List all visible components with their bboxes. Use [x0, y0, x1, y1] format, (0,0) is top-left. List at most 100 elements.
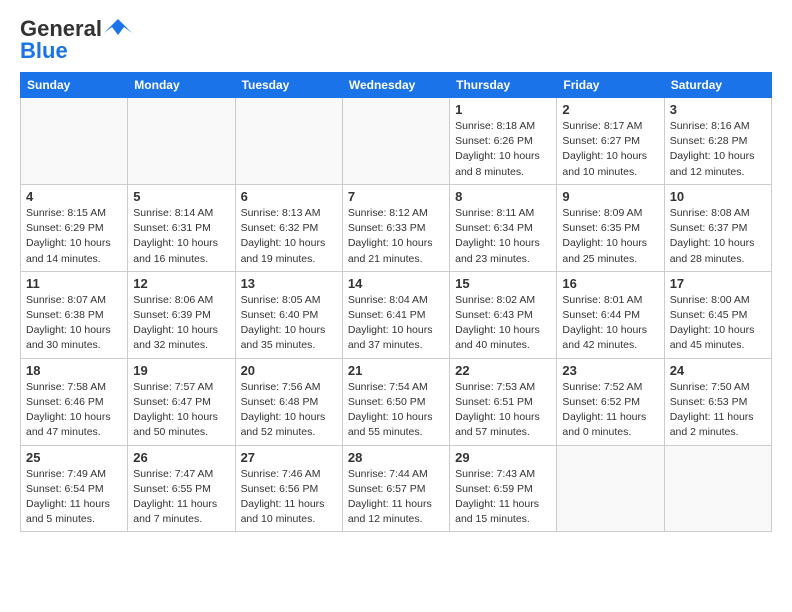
day-number: 11 [26, 276, 122, 291]
day-number: 28 [348, 450, 444, 465]
day-number: 9 [562, 189, 658, 204]
weekday-header-sunday: Sunday [21, 73, 128, 98]
day-info: Sunrise: 7:49 AM Sunset: 6:54 PM Dayligh… [26, 467, 122, 528]
calendar-cell: 6Sunrise: 8:13 AM Sunset: 6:32 PM Daylig… [235, 184, 342, 271]
day-number: 17 [670, 276, 766, 291]
day-number: 21 [348, 363, 444, 378]
day-number: 16 [562, 276, 658, 291]
weekday-header-tuesday: Tuesday [235, 73, 342, 98]
calendar-cell: 10 Sunrise: 8:08 AM Sunset: 6:37 PM Dayli… [664, 184, 771, 271]
calendar-cell: 26 Sunrise: 7:47 AM Sunset: 6:55 PM Dayli… [128, 445, 235, 532]
day-number: 19 [133, 363, 229, 378]
calendar-cell [664, 445, 771, 532]
day-number: 6 [241, 189, 337, 204]
weekday-header-thursday: Thursday [450, 73, 557, 98]
day-info: Sunrise: 8:12 AM Sunset: 6:33 PM Dayligh… [348, 206, 444, 267]
day-info: Sunrise: 8:06 AM Sunset: 6:39 PM Dayligh… [133, 293, 229, 354]
calendar-week-5: 25Sunrise: 7:49 AM Sunset: 6:54 PM Dayli… [21, 445, 772, 532]
day-info: Sunrise: 7:46 AM Sunset: 6:56 PM Dayligh… [241, 467, 337, 528]
calendar-cell: 12 Sunrise: 8:06 AM Sunset: 6:39 PM Dayli… [128, 271, 235, 358]
day-info: Sunrise: 7:52 AM Sunset: 6:52 PM Dayligh… [562, 380, 658, 441]
calendar-cell: 3 Sunrise: 8:16 AM Sunset: 6:28 PM Daylig… [664, 98, 771, 185]
day-info: Sunrise: 8:11 AM Sunset: 6:34 PM Dayligh… [455, 206, 551, 267]
logo-bird-icon [104, 17, 132, 39]
weekday-header-friday: Friday [557, 73, 664, 98]
day-info: Sunrise: 7:58 AM Sunset: 6:46 PM Dayligh… [26, 380, 122, 441]
calendar-cell: 15Sunrise: 8:02 AM Sunset: 6:43 PM Dayli… [450, 271, 557, 358]
day-number: 13 [241, 276, 337, 291]
calendar-cell: 7 Sunrise: 8:12 AM Sunset: 6:33 PM Daylig… [342, 184, 449, 271]
day-number: 14 [348, 276, 444, 291]
logo-blue: Blue [20, 38, 68, 64]
day-info: Sunrise: 7:56 AM Sunset: 6:48 PM Dayligh… [241, 380, 337, 441]
weekday-header-wednesday: Wednesday [342, 73, 449, 98]
day-number: 3 [670, 102, 766, 117]
calendar-cell: 27 Sunrise: 7:46 AM Sunset: 6:56 PM Dayli… [235, 445, 342, 532]
day-info: Sunrise: 7:54 AM Sunset: 6:50 PM Dayligh… [348, 380, 444, 441]
day-info: Sunrise: 7:53 AM Sunset: 6:51 PM Dayligh… [455, 380, 551, 441]
day-info: Sunrise: 8:05 AM Sunset: 6:40 PM Dayligh… [241, 293, 337, 354]
calendar-cell: 18 Sunrise: 7:58 AM Sunset: 6:46 PM Dayli… [21, 358, 128, 445]
day-number: 23 [562, 363, 658, 378]
calendar-cell: 13 Sunrise: 8:05 AM Sunset: 6:40 PM Dayli… [235, 271, 342, 358]
day-info: Sunrise: 7:43 AM Sunset: 6:59 PM Dayligh… [455, 467, 551, 528]
calendar-cell: 22 Sunrise: 7:53 AM Sunset: 6:51 PM Dayli… [450, 358, 557, 445]
day-number: 2 [562, 102, 658, 117]
day-number: 27 [241, 450, 337, 465]
weekday-header-saturday: Saturday [664, 73, 771, 98]
calendar-cell: 28 Sunrise: 7:44 AM Sunset: 6:57 PM Dayli… [342, 445, 449, 532]
day-number: 10 [670, 189, 766, 204]
header: General Blue [20, 16, 772, 64]
calendar-cell: 21 Sunrise: 7:54 AM Sunset: 6:50 PM Dayli… [342, 358, 449, 445]
day-info: Sunrise: 8:00 AM Sunset: 6:45 PM Dayligh… [670, 293, 766, 354]
day-info: Sunrise: 8:04 AM Sunset: 6:41 PM Dayligh… [348, 293, 444, 354]
calendar-cell: 1Sunrise: 8:18 AM Sunset: 6:26 PM Daylig… [450, 98, 557, 185]
day-info: Sunrise: 7:57 AM Sunset: 6:47 PM Dayligh… [133, 380, 229, 441]
calendar-cell: 20 Sunrise: 7:56 AM Sunset: 6:48 PM Dayli… [235, 358, 342, 445]
calendar-cell: 4 Sunrise: 8:15 AM Sunset: 6:29 PM Daylig… [21, 184, 128, 271]
calendar-cell: 25Sunrise: 7:49 AM Sunset: 6:54 PM Dayli… [21, 445, 128, 532]
day-number: 29 [455, 450, 551, 465]
day-info: Sunrise: 8:09 AM Sunset: 6:35 PM Dayligh… [562, 206, 658, 267]
day-number: 5 [133, 189, 229, 204]
calendar-cell: 11Sunrise: 8:07 AM Sunset: 6:38 PM Dayli… [21, 271, 128, 358]
calendar-cell [557, 445, 664, 532]
calendar-cell: 5 Sunrise: 8:14 AM Sunset: 6:31 PM Daylig… [128, 184, 235, 271]
calendar-cell: 14 Sunrise: 8:04 AM Sunset: 6:41 PM Dayli… [342, 271, 449, 358]
day-info: Sunrise: 8:15 AM Sunset: 6:29 PM Dayligh… [26, 206, 122, 267]
calendar-cell: 29 Sunrise: 7:43 AM Sunset: 6:59 PM Dayli… [450, 445, 557, 532]
day-info: Sunrise: 7:50 AM Sunset: 6:53 PM Dayligh… [670, 380, 766, 441]
calendar-week-3: 11Sunrise: 8:07 AM Sunset: 6:38 PM Dayli… [21, 271, 772, 358]
calendar-cell: 17 Sunrise: 8:00 AM Sunset: 6:45 PM Dayli… [664, 271, 771, 358]
calendar-cell: 2 Sunrise: 8:17 AM Sunset: 6:27 PM Daylig… [557, 98, 664, 185]
day-number: 22 [455, 363, 551, 378]
calendar-header-row: SundayMondayTuesdayWednesdayThursdayFrid… [21, 73, 772, 98]
day-info: Sunrise: 8:17 AM Sunset: 6:27 PM Dayligh… [562, 119, 658, 180]
day-info: Sunrise: 8:18 AM Sunset: 6:26 PM Dayligh… [455, 119, 551, 180]
calendar: SundayMondayTuesdayWednesdayThursdayFrid… [20, 72, 772, 532]
day-number: 15 [455, 276, 551, 291]
day-number: 4 [26, 189, 122, 204]
weekday-header-monday: Monday [128, 73, 235, 98]
day-info: Sunrise: 7:44 AM Sunset: 6:57 PM Dayligh… [348, 467, 444, 528]
calendar-cell: 19 Sunrise: 7:57 AM Sunset: 6:47 PM Dayli… [128, 358, 235, 445]
day-info: Sunrise: 8:08 AM Sunset: 6:37 PM Dayligh… [670, 206, 766, 267]
calendar-cell: 9 Sunrise: 8:09 AM Sunset: 6:35 PM Daylig… [557, 184, 664, 271]
day-info: Sunrise: 8:14 AM Sunset: 6:31 PM Dayligh… [133, 206, 229, 267]
day-number: 18 [26, 363, 122, 378]
day-info: Sunrise: 7:47 AM Sunset: 6:55 PM Dayligh… [133, 467, 229, 528]
calendar-cell [342, 98, 449, 185]
day-number: 7 [348, 189, 444, 204]
calendar-cell: 8Sunrise: 8:11 AM Sunset: 6:34 PM Daylig… [450, 184, 557, 271]
calendar-cell: 23 Sunrise: 7:52 AM Sunset: 6:52 PM Dayli… [557, 358, 664, 445]
day-number: 20 [241, 363, 337, 378]
day-info: Sunrise: 8:16 AM Sunset: 6:28 PM Dayligh… [670, 119, 766, 180]
day-number: 26 [133, 450, 229, 465]
day-number: 24 [670, 363, 766, 378]
calendar-week-2: 4 Sunrise: 8:15 AM Sunset: 6:29 PM Daylig… [21, 184, 772, 271]
calendar-week-1: 1Sunrise: 8:18 AM Sunset: 6:26 PM Daylig… [21, 98, 772, 185]
calendar-cell [235, 98, 342, 185]
calendar-cell [21, 98, 128, 185]
day-number: 12 [133, 276, 229, 291]
day-info: Sunrise: 8:01 AM Sunset: 6:44 PM Dayligh… [562, 293, 658, 354]
